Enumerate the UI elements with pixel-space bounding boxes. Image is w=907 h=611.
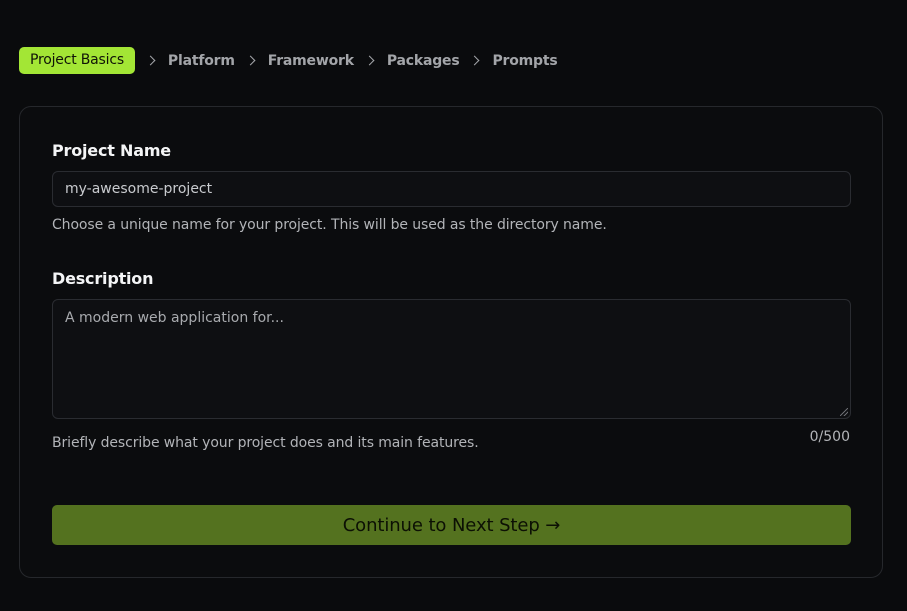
project-basics-card: Project Name my-awesome-project Choose a… [19,106,883,578]
project-name-label: Project Name [52,141,171,160]
chevron-right-icon [470,55,480,66]
description-placeholder: A modern web application for... [65,310,284,326]
chevron-right-icon [145,55,156,66]
step-prompts[interactable]: Prompts [492,53,557,69]
chevron-right-icon [245,55,256,66]
character-counter: 0/500 [809,429,850,445]
step-progress: Project Basics Platform Framework Packag… [19,47,558,74]
step-framework[interactable]: Framework [268,53,354,69]
step-platform[interactable]: Platform [168,53,235,69]
description-label: Description [52,269,154,288]
project-name-help: Choose a unique name for your project. T… [52,217,607,233]
continue-button[interactable]: Continue to Next Step → [52,505,851,545]
step-project-basics[interactable]: Project Basics [19,47,135,74]
step-packages[interactable]: Packages [387,53,460,69]
chevron-right-icon [364,55,375,66]
description-help: Briefly describe what your project does … [52,435,479,451]
resize-handle-icon[interactable] [840,408,848,416]
description-textarea[interactable]: A modern web application for... [52,299,851,419]
project-name-input[interactable]: my-awesome-project [52,171,851,207]
